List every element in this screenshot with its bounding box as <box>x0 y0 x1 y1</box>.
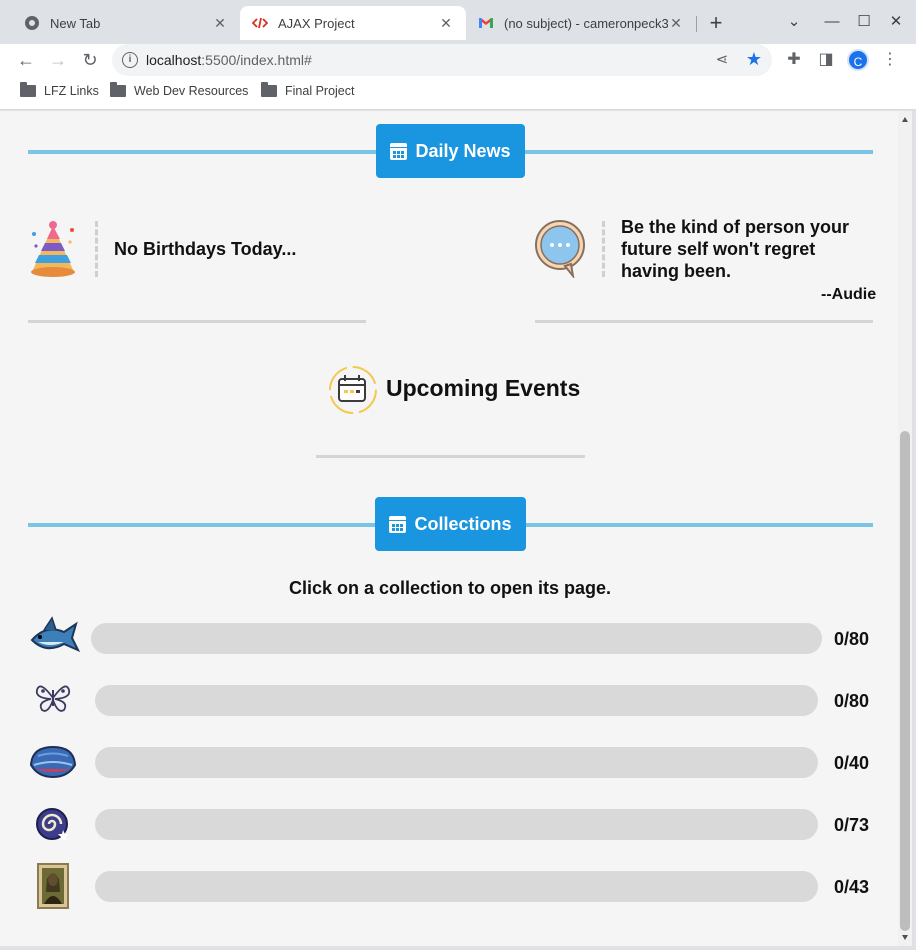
gmail-icon <box>479 18 493 28</box>
tab-new-tab[interactable]: New Tab ✕ <box>12 6 240 40</box>
side-panel-icon[interactable]: ◨ <box>814 48 838 72</box>
quote-author: --Audie <box>821 286 877 303</box>
back-arrow-icon[interactable]: ← <box>12 46 40 74</box>
birthday-underline <box>28 320 366 323</box>
page-viewport: Daily News No Birthdays Today... Be the … <box>0 111 898 946</box>
window-frame <box>0 946 916 950</box>
collections-heading: Collections <box>414 513 512 534</box>
extensions-puzzle-icon[interactable]: ✚ <box>782 48 806 72</box>
event-calendar-icon <box>329 366 377 414</box>
bookmark-lfz-links[interactable]: LFZ Links <box>20 82 99 98</box>
fossil-icon[interactable] <box>34 806 72 842</box>
chrome-icon <box>25 16 39 30</box>
new-tab-button[interactable]: + <box>702 10 730 38</box>
scrollbar-thumb[interactable] <box>900 431 910 931</box>
tab-strip: New Tab ✕ AJAX Project ✕ (no subject) - … <box>0 0 916 44</box>
maximize-icon[interactable]: ☐ <box>850 10 878 34</box>
folder-icon <box>261 82 277 97</box>
folder-icon <box>110 82 126 97</box>
scroll-up-arrow-icon[interactable] <box>902 117 908 122</box>
bookmark-star-icon[interactable]: ★ <box>744 49 764 69</box>
collection-count-sea-creatures: 0/40 <box>834 753 870 773</box>
divider <box>95 221 98 277</box>
minimize-icon[interactable]: — <box>818 10 846 34</box>
clam-icon[interactable] <box>28 743 78 781</box>
calendar-icon <box>390 142 408 160</box>
scroll-down-arrow-icon[interactable] <box>902 935 908 940</box>
tab-separator <box>696 16 697 32</box>
speech-bubble-icon <box>535 220 585 278</box>
bookmarks-bar: LFZ Links Web Dev Resources Final Projec… <box>0 76 916 110</box>
window-close-icon[interactable]: ✕ <box>882 10 910 34</box>
collection-count-fish: 0/80 <box>834 629 870 649</box>
tab-title: AJAX Project <box>278 15 355 31</box>
code-icon <box>252 17 268 29</box>
bookmark-final-project[interactable]: Final Project <box>261 82 354 98</box>
progress-bar-fish[interactable] <box>91 623 822 654</box>
collection-count-fossils: 0/73 <box>834 815 870 835</box>
window-frame <box>912 111 916 950</box>
page-scrollbar[interactable] <box>898 111 912 946</box>
profile-avatar[interactable]: C <box>847 49 869 71</box>
divider <box>602 221 605 277</box>
menu-dots-icon[interactable]: ⋮ <box>878 48 902 72</box>
bookmark-web-dev-resources[interactable]: Web Dev Resources <box>110 82 248 98</box>
progress-bar-fossils[interactable] <box>95 809 818 840</box>
progress-bar-bugs[interactable] <box>95 685 818 716</box>
collection-count-art: 0/43 <box>834 877 870 897</box>
tab-gmail[interactable]: (no subject) - cameronpeck31 ✕ <box>466 6 696 40</box>
progress-bar-art[interactable] <box>95 871 818 902</box>
reload-icon[interactable]: ↻ <box>76 46 104 74</box>
info-icon[interactable]: i <box>122 52 138 68</box>
tab-title: New Tab <box>50 15 101 31</box>
collections-button[interactable]: Collections <box>375 497 526 551</box>
quote-text: Be the kind of person your future self w… <box>621 217 850 281</box>
tab-search-chevron-icon[interactable]: ⌄ <box>780 10 808 34</box>
share-icon[interactable]: ⋖ <box>712 50 732 70</box>
forward-arrow-icon[interactable]: → <box>44 46 72 74</box>
tab-ajax-project[interactable]: AJAX Project ✕ <box>240 6 466 40</box>
close-icon[interactable]: ✕ <box>668 15 684 31</box>
url-text[interactable]: localhost:5500/index.html# <box>146 52 312 68</box>
close-icon[interactable]: ✕ <box>212 15 228 31</box>
folder-icon <box>20 82 36 97</box>
fish-icon[interactable] <box>28 614 80 658</box>
events-underline <box>316 455 585 458</box>
painting-icon[interactable] <box>36 862 70 910</box>
calendar-icon <box>389 515 407 533</box>
collections-instruction: Click on a collection to open its page. <box>288 578 612 598</box>
browser-toolbar: ← → ↻ i localhost:5500/index.html# ⋖ ★ ✚… <box>0 44 916 76</box>
daily-news-heading: Daily News <box>415 140 511 161</box>
collection-count-bugs: 0/80 <box>834 691 870 711</box>
birthday-text: No Birthdays Today... <box>114 239 297 259</box>
tab-title: (no subject) - cameronpeck31 <box>504 15 668 31</box>
quote-underline <box>535 320 873 323</box>
daily-news-button[interactable]: Daily News <box>376 124 525 178</box>
address-bar[interactable]: i localhost:5500/index.html# ⋖ ★ <box>112 44 772 76</box>
party-hat-icon <box>31 221 75 277</box>
butterfly-icon[interactable] <box>34 682 72 714</box>
upcoming-events-heading: Upcoming Events <box>386 375 581 401</box>
close-icon[interactable]: ✕ <box>438 15 454 31</box>
progress-bar-sea-creatures[interactable] <box>95 747 818 778</box>
